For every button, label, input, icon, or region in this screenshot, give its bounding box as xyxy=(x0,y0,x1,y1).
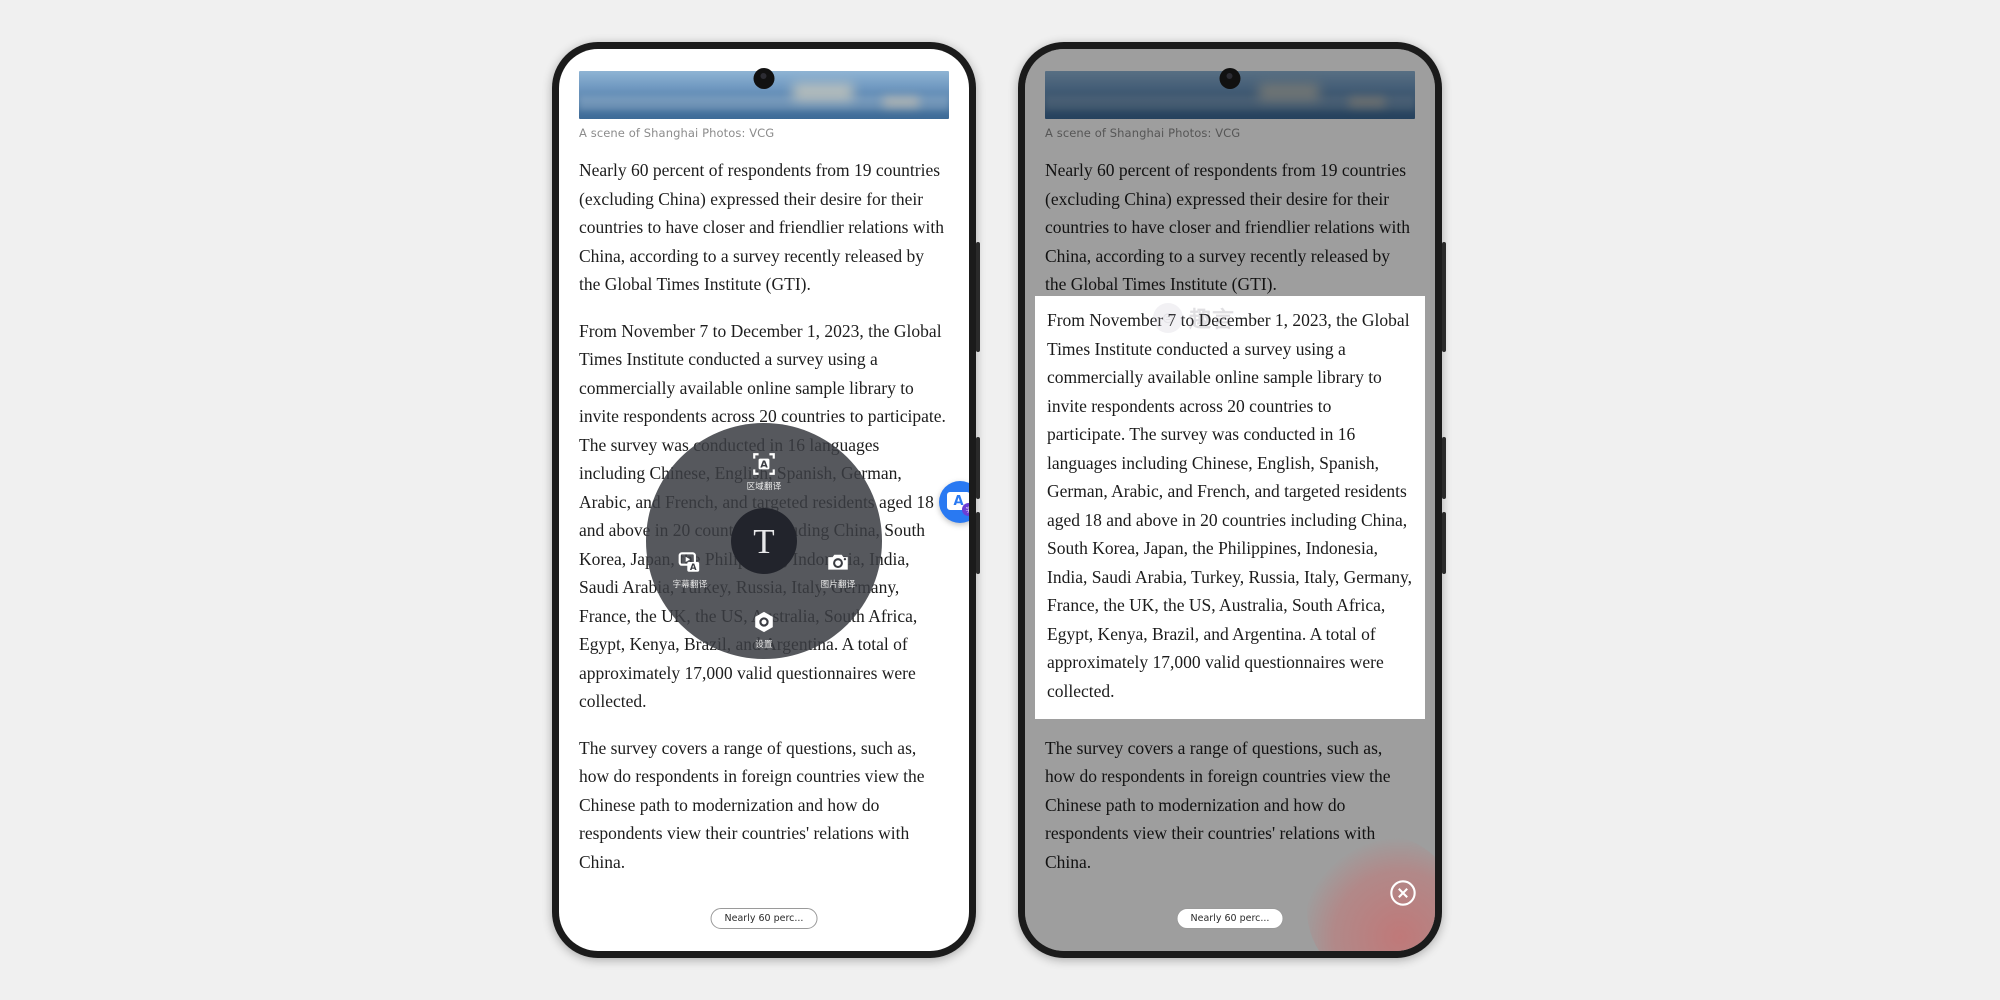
radial-item-image-translate[interactable]: 图片翻译 xyxy=(802,549,874,590)
article-paragraph-1: Nearly 60 percent of respondents from 19… xyxy=(579,160,944,294)
radial-item-subtitle-translate[interactable]: A 字幕翻译 xyxy=(654,549,726,590)
phone-left-screen: A scene of Shanghai Photos: VCG Nearly 6… xyxy=(559,49,969,951)
hero-light-glow xyxy=(792,84,853,101)
volume-down-button[interactable] xyxy=(1442,437,1446,499)
phone-left: A scene of Shanghai Photos: VCG Nearly 6… xyxy=(552,42,980,958)
radial-item-settings[interactable]: 设置 xyxy=(728,609,800,650)
translate-icon: A 字 xyxy=(947,492,969,516)
phone-right: A scene of Shanghai Photos: VCG Nearly 6… xyxy=(1018,42,1446,958)
selected-paragraph-text: From November 7 to December 1, 2023, the… xyxy=(1047,310,1413,701)
area-translate-icon: A xyxy=(753,453,775,475)
front-camera-icon xyxy=(753,68,775,89)
power-button[interactable] xyxy=(976,512,980,574)
selected-paragraph-card[interactable]: ⊜ 趣言 From November 7 to December 1, 2023… xyxy=(1035,296,1425,719)
radial-item-label: 图片翻译 xyxy=(820,580,856,590)
settings-icon xyxy=(755,611,773,633)
bottom-snippet-pill-right[interactable]: Nearly 60 perc... xyxy=(1176,908,1284,929)
screenshot-canvas: A scene of Shanghai Photos: VCG Nearly 6… xyxy=(0,0,2000,1000)
image-translate-icon xyxy=(828,554,848,570)
radial-center-glyph: T xyxy=(753,521,775,561)
translate-icon-badge: 字 xyxy=(962,503,969,516)
radial-translate-menu[interactable]: A 区域翻译 A 字幕翻译 图片翻译 设置 T xyxy=(646,423,882,659)
radial-item-label: 设置 xyxy=(755,640,773,650)
close-overlay-button[interactable] xyxy=(1389,879,1417,907)
image-caption: A scene of Shanghai Photos: VCG xyxy=(579,126,775,140)
radial-center-text-translate-button[interactable]: T xyxy=(731,508,797,574)
radial-item-label: 字幕翻译 xyxy=(672,580,708,590)
radial-item-area-translate[interactable]: A 区域翻译 xyxy=(728,451,800,492)
svg-text:A: A xyxy=(690,563,697,573)
power-button[interactable] xyxy=(1442,512,1446,574)
radial-item-label: 区域翻译 xyxy=(746,482,782,492)
volume-down-button[interactable] xyxy=(976,437,980,499)
bottom-snippet-pill-left[interactable]: Nearly 60 perc... xyxy=(710,908,818,929)
volume-up-button[interactable] xyxy=(1442,242,1446,352)
svg-text:A: A xyxy=(760,460,768,471)
subtitle-translate-icon: A xyxy=(678,552,700,573)
article-paragraph-3: The survey covers a range of questions, … xyxy=(579,737,925,872)
hero-light-glow-2 xyxy=(883,97,920,108)
front-camera-icon xyxy=(1219,68,1241,89)
volume-up-button[interactable] xyxy=(976,242,980,352)
phone-right-screen: A scene of Shanghai Photos: VCG Nearly 6… xyxy=(1025,49,1435,951)
close-icon xyxy=(1390,880,1416,906)
